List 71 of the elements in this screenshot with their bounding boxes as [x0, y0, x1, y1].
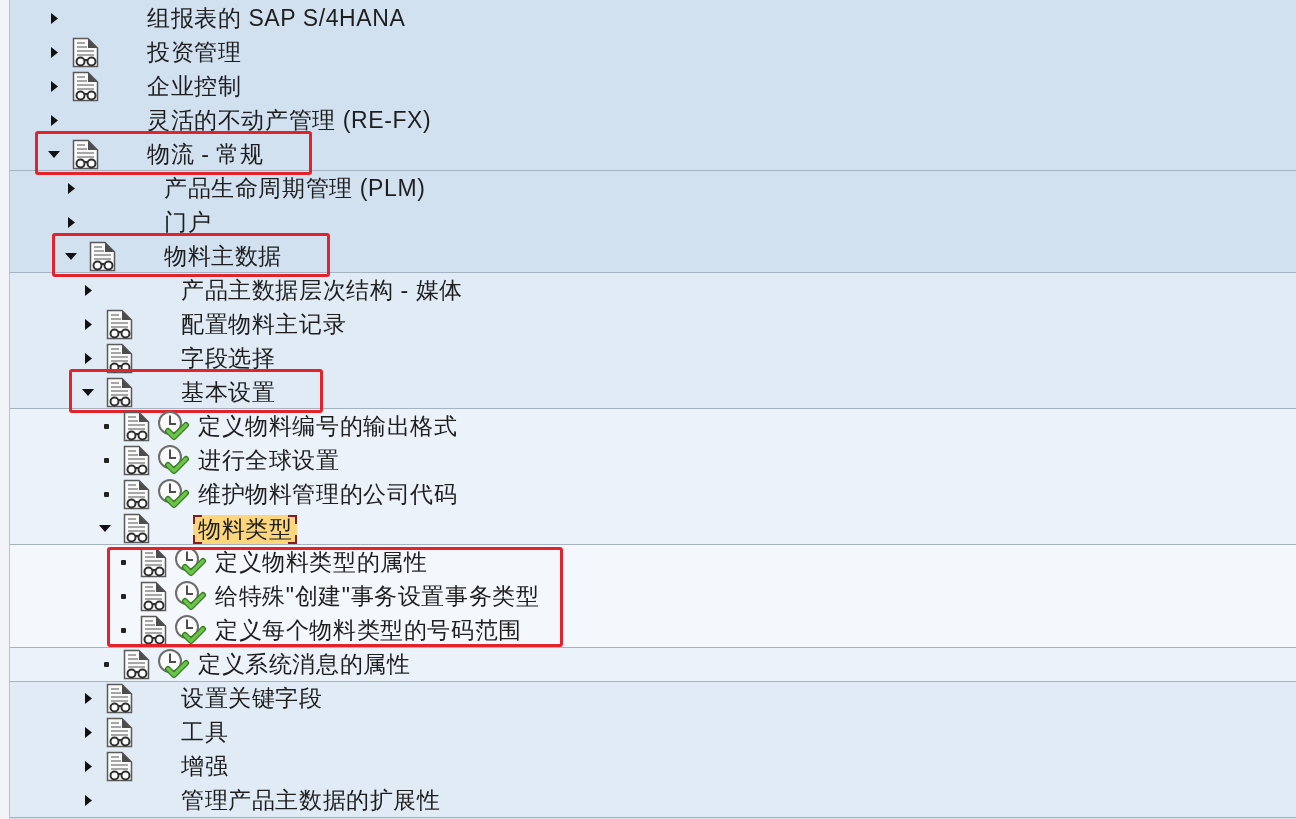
clock-check-icon[interactable]: [174, 613, 207, 647]
tree-node-label[interactable]: 维护物料管理的公司代码: [198, 481, 458, 507]
document-glasses-icon[interactable]: [72, 70, 99, 102]
bullet-icon: [104, 457, 109, 463]
document-glasses-icon[interactable]: [140, 580, 167, 612]
clock-check-icon[interactable]: [174, 579, 207, 613]
caret-right-icon[interactable]: [85, 318, 92, 330]
tree-node-label[interactable]: 配置物料主记录: [181, 311, 347, 337]
bullet-icon: [104, 491, 109, 497]
tree-node-label[interactable]: 进行全球设置: [198, 447, 340, 473]
document-glasses-icon[interactable]: [106, 308, 133, 340]
tree-node-label[interactable]: 组报表的 SAP S/4HANA: [147, 5, 406, 31]
caret-down-icon[interactable]: [48, 150, 60, 158]
caret-right-icon[interactable]: [85, 794, 92, 806]
bullet-icon: [121, 559, 126, 565]
caret-down-icon[interactable]: [65, 252, 77, 260]
tree-node-label[interactable]: 产品主数据层次结构 - 媒体: [181, 277, 463, 303]
caret-down-icon[interactable]: [82, 388, 94, 396]
document-glasses-icon[interactable]: [123, 512, 150, 544]
tree-node-label[interactable]: 物流 - 常规: [147, 141, 264, 167]
bullet-icon: [121, 593, 126, 599]
tree-node-label[interactable]: 物料主数据: [164, 243, 282, 269]
bullet-icon: [104, 661, 109, 667]
document-glasses-icon[interactable]: [106, 682, 133, 714]
tree-node-label[interactable]: 给特殊"创建"事务设置事务类型: [215, 583, 540, 609]
tree-node-label[interactable]: 定义系统消息的属性: [198, 651, 411, 677]
document-glasses-icon[interactable]: [106, 716, 133, 748]
caret-down-icon[interactable]: [99, 524, 111, 532]
document-glasses-icon[interactable]: [123, 648, 150, 680]
document-glasses-icon[interactable]: [106, 750, 133, 782]
caret-right-icon[interactable]: [51, 46, 58, 58]
caret-right-icon[interactable]: [85, 726, 92, 738]
caret-right-icon[interactable]: [85, 760, 92, 772]
document-glasses-icon[interactable]: [89, 240, 116, 272]
tree-node-label[interactable]: 字段选择: [181, 345, 276, 371]
document-glasses-icon[interactable]: [106, 342, 133, 374]
caret-right-icon[interactable]: [85, 284, 92, 296]
tree-node-label[interactable]: 管理产品主数据的扩展性: [181, 787, 441, 813]
tree-node-label[interactable]: 企业控制: [147, 73, 242, 99]
caret-right-icon[interactable]: [68, 182, 75, 194]
caret-right-icon[interactable]: [85, 692, 92, 704]
document-glasses-icon[interactable]: [123, 410, 150, 442]
tree-node-label[interactable]: 设置关键字段: [181, 685, 323, 711]
caret-right-icon[interactable]: [51, 80, 58, 92]
tree-node-label[interactable]: 门户: [164, 209, 212, 235]
document-glasses-icon[interactable]: [72, 138, 99, 170]
document-glasses-icon[interactable]: [140, 614, 167, 646]
tree-node-label[interactable]: 定义每个物料类型的号码范围: [215, 617, 522, 643]
tree-node-label[interactable]: 工具: [181, 719, 229, 745]
tree-node-label[interactable]: 物料类型: [193, 515, 298, 544]
document-glasses-icon[interactable]: [123, 478, 150, 510]
clock-check-icon[interactable]: [157, 647, 190, 681]
tree-node-label[interactable]: 定义物料类型的属性: [215, 549, 428, 575]
caret-right-icon[interactable]: [85, 352, 92, 364]
clock-check-icon[interactable]: [157, 477, 190, 511]
caret-right-icon[interactable]: [68, 216, 75, 228]
caret-right-icon[interactable]: [51, 114, 58, 126]
bullet-icon: [104, 423, 109, 429]
tree-node-label[interactable]: 投资管理: [147, 39, 242, 65]
tree-node-label[interactable]: 产品生命周期管理 (PLM): [164, 175, 426, 201]
tree-node-label[interactable]: 灵活的不动产管理 (RE-FX): [147, 107, 432, 133]
document-glasses-icon[interactable]: [123, 444, 150, 476]
tree-node-label[interactable]: 基本设置: [181, 379, 276, 405]
tree-node-label[interactable]: 增强: [181, 753, 229, 779]
document-glasses-icon[interactable]: [72, 36, 99, 68]
clock-check-icon[interactable]: [157, 443, 190, 477]
caret-right-icon[interactable]: [51, 12, 58, 24]
document-glasses-icon[interactable]: [106, 376, 133, 408]
bullet-icon: [121, 627, 126, 633]
tree-node-label[interactable]: 定义物料编号的输出格式: [198, 413, 458, 439]
clock-check-icon[interactable]: [157, 409, 190, 443]
